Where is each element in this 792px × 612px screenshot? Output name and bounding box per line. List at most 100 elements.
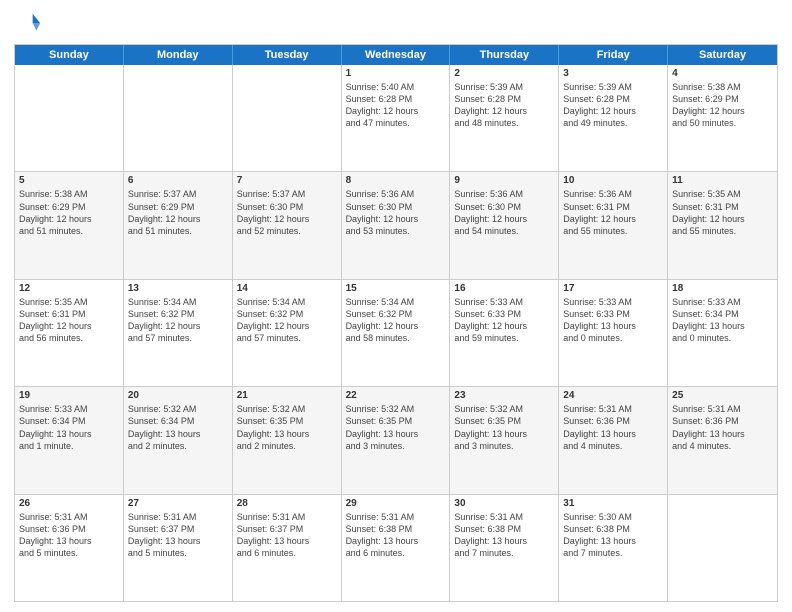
calendar-day-2: 2Sunrise: 5:39 AM Sunset: 6:28 PM Daylig… [450,65,559,171]
day-info: Sunrise: 5:31 AM Sunset: 6:36 PM Dayligh… [672,403,773,452]
day-number: 3 [563,68,663,79]
calendar-day-19: 19 Sunrise: 5:33 AM Sunset: 6:34 PM Dayli… [15,387,124,493]
day-number: 27 [128,498,228,509]
day-number: 23 [454,390,554,401]
day-number: 15 [346,283,446,294]
day-number: 30 [454,498,554,509]
day-number: 9 [454,175,554,186]
logo-icon [14,10,42,38]
header-day-wednesday: Wednesday [342,45,451,65]
header-day-tuesday: Tuesday [233,45,342,65]
calendar-day-3: 3 Sunrise: 5:39 AM Sunset: 6:28 PM Daylig… [559,65,668,171]
calendar-week-5: 26 Sunrise: 5:31 AM Sunset: 6:36 PM Dayli… [15,494,777,601]
day-info: Sunrise: 5:34 AM Sunset: 6:32 PM Dayligh… [128,296,228,345]
calendar: SundayMondayTuesdayWednesdayThursdayFrid… [14,44,778,602]
day-number: 20 [128,390,228,401]
calendar-day-31: 31 Sunrise: 5:30 AM Sunset: 6:38 PM Dayli… [559,495,668,601]
day-info: Sunrise: 5:31 AM Sunset: 6:36 PM Dayligh… [19,511,119,560]
day-number: 2 [454,68,554,79]
calendar-day-14: 14 Sunrise: 5:34 AM Sunset: 6:32 PM Dayli… [233,280,342,386]
logo [14,10,46,38]
day-number: 4 [672,68,773,79]
day-number: 29 [346,498,446,509]
calendar-day-26: 26 Sunrise: 5:31 AM Sunset: 6:36 PM Dayli… [15,495,124,601]
header-day-monday: Monday [124,45,233,65]
day-info: Sunrise: 5:34 AM Sunset: 6:32 PM Dayligh… [237,296,337,345]
day-number: 17 [563,283,663,294]
calendar-empty [15,65,124,171]
day-info: Sunrise: 5:36 AM Sunset: 6:31 PM Dayligh… [563,188,663,237]
day-number: 8 [346,175,446,186]
page: SundayMondayTuesdayWednesdayThursdayFrid… [0,0,792,612]
day-info: Sunrise: 5:35 AM Sunset: 6:31 PM Dayligh… [19,296,119,345]
day-info: Sunrise: 5:32 AM Sunset: 6:35 PM Dayligh… [346,403,446,452]
day-info: Sunrise: 5:37 AM Sunset: 6:30 PM Dayligh… [237,188,337,237]
day-number: 1 [346,68,446,79]
day-info: Sunrise: 5:34 AM Sunset: 6:32 PM Dayligh… [346,296,446,345]
calendar-day-20: 20 Sunrise: 5:32 AM Sunset: 6:34 PM Dayli… [124,387,233,493]
calendar-day-13: 13 Sunrise: 5:34 AM Sunset: 6:32 PM Dayli… [124,280,233,386]
calendar-empty [233,65,342,171]
header [14,10,778,38]
day-number: 7 [237,175,337,186]
calendar-day-10: 10 Sunrise: 5:36 AM Sunset: 6:31 PM Dayli… [559,172,668,278]
day-number: 10 [563,175,663,186]
calendar-day-4: 4 Sunrise: 5:38 AM Sunset: 6:29 PM Daylig… [668,65,777,171]
calendar-day-28: 28Sunrise: 5:31 AM Sunset: 6:37 PM Dayli… [233,495,342,601]
day-number: 24 [563,390,663,401]
calendar-day-1: 1 Sunrise: 5:40 AM Sunset: 6:28 PM Daylig… [342,65,451,171]
calendar-day-25: 25 Sunrise: 5:31 AM Sunset: 6:36 PM Dayli… [668,387,777,493]
day-number: 14 [237,283,337,294]
calendar-day-21: 21 Sunrise: 5:32 AM Sunset: 6:35 PM Dayli… [233,387,342,493]
day-info: Sunrise: 5:38 AM Sunset: 6:29 PM Dayligh… [19,188,119,237]
calendar-day-16: 16Sunrise: 5:33 AM Sunset: 6:33 PM Dayli… [450,280,559,386]
calendar-day-29: 29 Sunrise: 5:31 AM Sunset: 6:38 PM Dayli… [342,495,451,601]
header-day-sunday: Sunday [15,45,124,65]
day-number: 25 [672,390,773,401]
day-info: Sunrise: 5:31 AM Sunset: 6:36 PM Dayligh… [563,403,663,452]
day-info: Sunrise: 5:31 AM Sunset: 6:37 PM Dayligh… [237,511,337,560]
day-info: Sunrise: 5:32 AM Sunset: 6:34 PM Dayligh… [128,403,228,452]
day-number: 18 [672,283,773,294]
calendar-day-12: 12 Sunrise: 5:35 AM Sunset: 6:31 PM Dayli… [15,280,124,386]
day-info: Sunrise: 5:32 AM Sunset: 6:35 PM Dayligh… [454,403,554,452]
calendar-body: 1 Sunrise: 5:40 AM Sunset: 6:28 PM Daylig… [15,65,777,601]
day-number: 12 [19,283,119,294]
day-info: Sunrise: 5:31 AM Sunset: 6:37 PM Dayligh… [128,511,228,560]
calendar-week-4: 19 Sunrise: 5:33 AM Sunset: 6:34 PM Dayli… [15,386,777,493]
day-info: Sunrise: 5:31 AM Sunset: 6:38 PM Dayligh… [346,511,446,560]
calendar-day-6: 6Sunrise: 5:37 AM Sunset: 6:29 PM Daylig… [124,172,233,278]
day-info: Sunrise: 5:33 AM Sunset: 6:33 PM Dayligh… [454,296,554,345]
day-number: 26 [19,498,119,509]
day-number: 31 [563,498,663,509]
day-info: Sunrise: 5:33 AM Sunset: 6:33 PM Dayligh… [563,296,663,345]
calendar-day-24: 24 Sunrise: 5:31 AM Sunset: 6:36 PM Dayli… [559,387,668,493]
header-day-friday: Friday [559,45,668,65]
calendar-day-27: 27 Sunrise: 5:31 AM Sunset: 6:37 PM Dayli… [124,495,233,601]
calendar-day-18: 18 Sunrise: 5:33 AM Sunset: 6:34 PM Dayli… [668,280,777,386]
calendar-day-17: 17 Sunrise: 5:33 AM Sunset: 6:33 PM Dayli… [559,280,668,386]
calendar-day-7: 7 Sunrise: 5:37 AM Sunset: 6:30 PM Daylig… [233,172,342,278]
day-number: 19 [19,390,119,401]
day-info: Sunrise: 5:40 AM Sunset: 6:28 PM Dayligh… [346,81,446,130]
day-number: 21 [237,390,337,401]
day-info: Sunrise: 5:32 AM Sunset: 6:35 PM Dayligh… [237,403,337,452]
calendar-week-1: 1 Sunrise: 5:40 AM Sunset: 6:28 PM Daylig… [15,65,777,171]
day-info: Sunrise: 5:33 AM Sunset: 6:34 PM Dayligh… [672,296,773,345]
day-number: 22 [346,390,446,401]
day-number: 11 [672,175,773,186]
day-number: 5 [19,175,119,186]
calendar-week-2: 5 Sunrise: 5:38 AM Sunset: 6:29 PM Daylig… [15,171,777,278]
calendar-day-22: 22 Sunrise: 5:32 AM Sunset: 6:35 PM Dayli… [342,387,451,493]
calendar-day-15: 15 Sunrise: 5:34 AM Sunset: 6:32 PM Dayli… [342,280,451,386]
day-info: Sunrise: 5:30 AM Sunset: 6:38 PM Dayligh… [563,511,663,560]
day-info: Sunrise: 5:31 AM Sunset: 6:38 PM Dayligh… [454,511,554,560]
header-day-thursday: Thursday [450,45,559,65]
calendar-day-9: 9Sunrise: 5:36 AM Sunset: 6:30 PM Daylig… [450,172,559,278]
day-info: Sunrise: 5:38 AM Sunset: 6:29 PM Dayligh… [672,81,773,130]
day-info: Sunrise: 5:39 AM Sunset: 6:28 PM Dayligh… [563,81,663,130]
day-info: Sunrise: 5:33 AM Sunset: 6:34 PM Dayligh… [19,403,119,452]
day-number: 13 [128,283,228,294]
calendar-header: SundayMondayTuesdayWednesdayThursdayFrid… [15,45,777,65]
header-day-saturday: Saturday [668,45,777,65]
